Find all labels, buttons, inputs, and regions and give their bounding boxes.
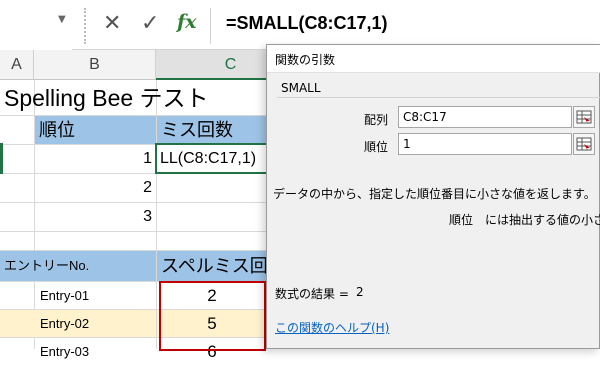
function-description: データの中から、指定した順位番目に小さな値を返します。	[273, 187, 596, 201]
function-arguments-dialog: 関数の引数 SMALL 配列 C8:C17 順位 1 データの中から、指定した順…	[266, 44, 600, 349]
rank-cell[interactable]: 2	[35, 174, 156, 202]
help-link[interactable]: この関数のヘルプ(H)	[275, 319, 389, 336]
chevron-down-icon[interactable]: ▼	[58, 14, 70, 28]
function-name: SMALL	[281, 81, 321, 95]
formula-bar-splitter[interactable]	[84, 8, 86, 44]
rank-cell[interactable]: 1	[35, 145, 156, 173]
k-input[interactable]: 1	[398, 133, 572, 155]
divider	[277, 97, 600, 98]
result-value: 2	[356, 285, 364, 299]
range-selection-border	[159, 281, 266, 351]
miss-header-cell[interactable]: ミス回数	[157, 116, 269, 144]
column-header-a[interactable]: A	[0, 50, 34, 80]
entry-name-cell[interactable]: Entry-03	[0, 338, 156, 365]
argument-help: 順位 には抽出する値の小さいプ	[449, 213, 600, 227]
spell-miss-header-cell[interactable]: スペルミス回	[157, 251, 269, 281]
range-select-icon	[576, 110, 592, 124]
entry-header-cell[interactable]: エントリーNo.	[0, 251, 156, 281]
active-cell-editor[interactable]: LL(C8:C17,1)	[155, 143, 270, 174]
arg2-label: 順位	[364, 140, 389, 154]
collapse-dialog-button[interactable]	[573, 106, 595, 128]
insert-function-icon[interactable]: fx	[177, 11, 203, 39]
dialog-title-bar[interactable]: 関数の引数	[267, 45, 600, 73]
collapse-dialog-button[interactable]	[573, 133, 595, 155]
column-header-b[interactable]: B	[34, 50, 156, 80]
array-input[interactable]: C8:C17	[398, 106, 572, 128]
result-label: 数式の結果 =	[275, 287, 349, 301]
rank-header-cell[interactable]: 順位	[35, 116, 156, 144]
entry-name-cell[interactable]: Entry-01	[0, 282, 156, 309]
formula-input[interactable]: =SMALL(C8:C17,1)	[226, 13, 388, 37]
divider	[210, 8, 211, 44]
rank-cell[interactable]: 3	[35, 203, 156, 231]
cancel-icon[interactable]: ✕	[103, 11, 127, 39]
sheet-title[interactable]: Spelling Bee テスト	[4, 81, 209, 115]
active-row-indicator	[0, 143, 3, 174]
check-icon[interactable]: ✓	[141, 11, 165, 39]
entry-name-cell[interactable]: Entry-02	[0, 310, 156, 337]
range-select-icon	[576, 137, 592, 151]
arg1-label: 配列	[364, 113, 389, 127]
dialog-title: 関数の引数	[275, 53, 336, 67]
